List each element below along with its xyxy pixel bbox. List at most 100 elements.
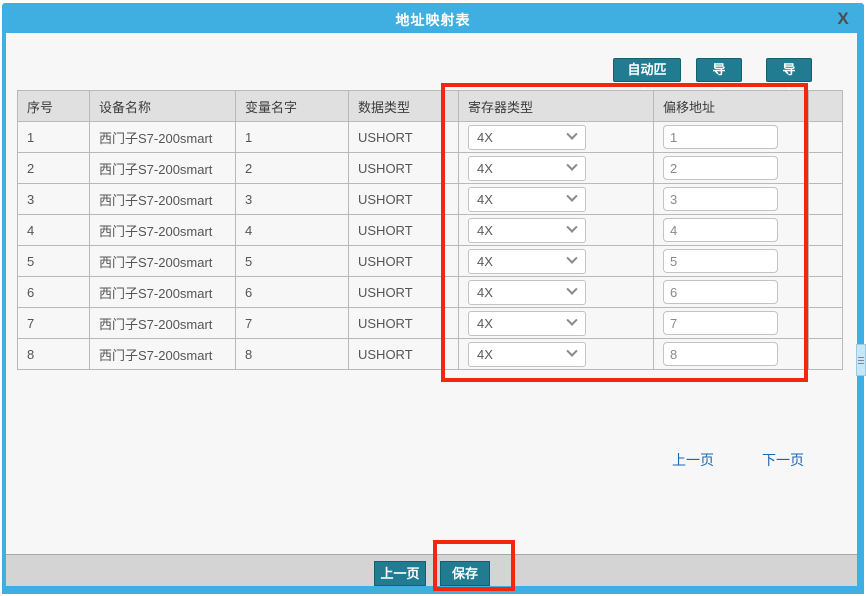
- register-cell: 4X: [459, 246, 654, 277]
- register-type-select[interactable]: 4X: [468, 280, 586, 305]
- chevron-down-icon: [566, 160, 577, 171]
- table-row: 7西门子S7-200smart7USHORT4X: [18, 308, 843, 339]
- offset-input[interactable]: [663, 156, 778, 180]
- offset-cell: [654, 153, 809, 184]
- offset-input[interactable]: [663, 218, 778, 242]
- register-type-value: 4X: [477, 161, 493, 176]
- register-type-value: 4X: [477, 130, 493, 145]
- column-header: 偏移地址: [654, 91, 809, 122]
- register-type-select[interactable]: 4X: [468, 249, 586, 274]
- prev-page-link[interactable]: 上一页: [672, 450, 714, 470]
- variable-cell: 5: [236, 246, 349, 277]
- offset-cell: [654, 339, 809, 370]
- device-cell: 西门子S7-200smart: [90, 215, 236, 246]
- register-type-value: 4X: [477, 316, 493, 331]
- table-row: 5西门子S7-200smart5USHORT4X: [18, 246, 843, 277]
- datatype-cell: USHORT: [349, 122, 459, 153]
- column-header: 序号: [18, 91, 90, 122]
- offset-input[interactable]: [663, 125, 778, 149]
- table-row: 6西门子S7-200smart6USHORT4X: [18, 277, 843, 308]
- device-cell: 西门子S7-200smart: [90, 122, 236, 153]
- register-type-value: 4X: [477, 192, 493, 207]
- dialog-titlebar: 地址映射表 X: [2, 3, 864, 33]
- variable-cell: 3: [236, 184, 349, 215]
- register-type-select[interactable]: 4X: [468, 187, 586, 212]
- datatype-cell: USHORT: [349, 153, 459, 184]
- column-header: [809, 91, 843, 122]
- dialog-border-bottom: [2, 586, 864, 594]
- table-row: 2西门子S7-200smart2USHORT4X: [18, 153, 843, 184]
- no-cell: 3: [18, 184, 90, 215]
- register-type-select[interactable]: 4X: [468, 156, 586, 181]
- spacer-cell: [809, 184, 843, 215]
- no-cell: 5: [18, 246, 90, 277]
- offset-input[interactable]: [663, 342, 778, 366]
- table-row: 3西门子S7-200smart3USHORT4X: [18, 184, 843, 215]
- device-cell: 西门子S7-200smart: [90, 153, 236, 184]
- footer-prev-page-button[interactable]: 上一页: [374, 561, 426, 586]
- datatype-cell: USHORT: [349, 308, 459, 339]
- device-cell: 西门子S7-200smart: [90, 339, 236, 370]
- save-button[interactable]: 保存: [440, 561, 490, 586]
- register-type-select[interactable]: 4X: [468, 125, 586, 150]
- variable-cell: 8: [236, 339, 349, 370]
- register-type-value: 4X: [477, 347, 493, 362]
- next-page-link[interactable]: 下一页: [762, 450, 804, 470]
- dialog-border-right: [857, 33, 864, 586]
- offset-input[interactable]: [663, 249, 778, 273]
- register-type-select[interactable]: 4X: [468, 218, 586, 243]
- register-type-value: 4X: [477, 223, 493, 238]
- datatype-cell: USHORT: [349, 339, 459, 370]
- device-cell: 西门子S7-200smart: [90, 277, 236, 308]
- spacer-cell: [809, 122, 843, 153]
- offset-cell: [654, 122, 809, 153]
- register-cell: 4X: [459, 339, 654, 370]
- column-header: 寄存器类型: [459, 91, 654, 122]
- column-header: 数据类型: [349, 91, 459, 122]
- no-cell: 7: [18, 308, 90, 339]
- datatype-cell: USHORT: [349, 277, 459, 308]
- variable-cell: 6: [236, 277, 349, 308]
- offset-cell: [654, 308, 809, 339]
- datatype-cell: USHORT: [349, 246, 459, 277]
- no-cell: 6: [18, 277, 90, 308]
- close-button[interactable]: X: [832, 8, 854, 30]
- datatype-cell: USHORT: [349, 184, 459, 215]
- register-cell: 4X: [459, 122, 654, 153]
- auto-match-button[interactable]: 自动匹配: [613, 58, 681, 82]
- register-cell: 4X: [459, 215, 654, 246]
- spacer-cell: [809, 215, 843, 246]
- table-row: 1西门子S7-200smart1USHORT4X: [18, 122, 843, 153]
- register-type-value: 4X: [477, 254, 493, 269]
- spacer-cell: [809, 246, 843, 277]
- register-type-select[interactable]: 4X: [468, 342, 586, 367]
- chevron-down-icon: [566, 129, 577, 140]
- variable-cell: 7: [236, 308, 349, 339]
- column-header: 设备名称: [90, 91, 236, 122]
- table-row: 8西门子S7-200smart8USHORT4X: [18, 339, 843, 370]
- export-button[interactable]: 导出: [696, 58, 742, 82]
- register-cell: 4X: [459, 153, 654, 184]
- spacer-cell: [809, 339, 843, 370]
- scroll-handle[interactable]: [856, 344, 866, 376]
- chevron-down-icon: [566, 222, 577, 233]
- offset-cell: [654, 184, 809, 215]
- device-cell: 西门子S7-200smart: [90, 308, 236, 339]
- offset-cell: [654, 215, 809, 246]
- mapping-table: 序号设备名称变量名字数据类型寄存器类型偏移地址 1西门子S7-200smart1…: [17, 90, 843, 370]
- offset-cell: [654, 246, 809, 277]
- register-type-select[interactable]: 4X: [468, 311, 586, 336]
- offset-input[interactable]: [663, 187, 778, 211]
- spacer-cell: [809, 308, 843, 339]
- table-body: 1西门子S7-200smart1USHORT4X2西门子S7-200smart2…: [18, 122, 843, 370]
- spacer-cell: [809, 277, 843, 308]
- import-button[interactable]: 导入: [766, 58, 812, 82]
- device-cell: 西门子S7-200smart: [90, 184, 236, 215]
- variable-cell: 4: [236, 215, 349, 246]
- offset-input[interactable]: [663, 280, 778, 304]
- chevron-down-icon: [566, 315, 577, 326]
- register-type-value: 4X: [477, 285, 493, 300]
- no-cell: 4: [18, 215, 90, 246]
- offset-input[interactable]: [663, 311, 778, 335]
- no-cell: 2: [18, 153, 90, 184]
